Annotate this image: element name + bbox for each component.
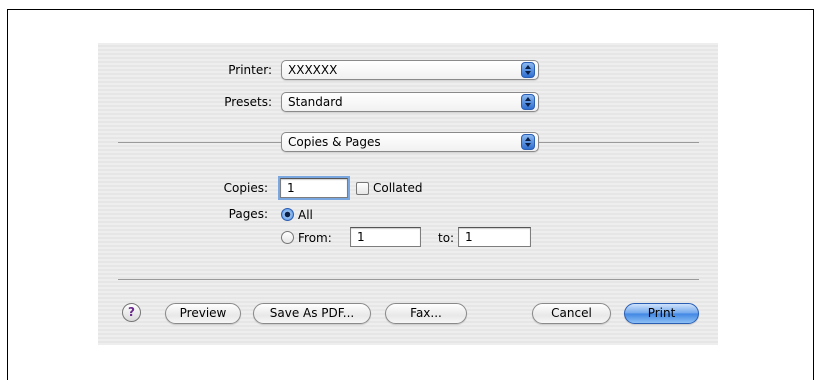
from-page-field[interactable]: 1 [350,227,421,247]
collated-label: Collated [373,181,423,195]
fax-button[interactable]: Fax... [385,303,467,324]
bottom-separator [118,279,699,280]
copies-value: 1 [287,181,295,195]
printer-label: Printer: [228,63,272,77]
presets-value: Standard [288,95,343,109]
help-button[interactable]: ? [122,303,141,322]
cancel-button[interactable]: Cancel [532,303,611,324]
popup-arrows-icon [521,134,535,150]
from-page-value: 1 [357,230,365,244]
popup-arrows-icon [521,94,535,110]
print-button[interactable]: Print [624,303,699,324]
panel-value: Copies & Pages [288,135,381,149]
print-dialog: Printer: XXXXXX Presets: Standard Copies… [98,43,718,345]
pages-all-radio[interactable] [281,208,294,221]
preview-button[interactable]: Preview [165,303,241,324]
presets-popup[interactable]: Standard [281,92,539,112]
presets-label: Presets: [224,95,272,109]
to-label: to: [438,231,455,245]
printer-value: XXXXXX [288,63,338,77]
to-page-value: 1 [465,230,473,244]
separator-line [539,142,699,143]
save-as-pdf-button[interactable]: Save As PDF... [253,303,371,324]
pages-from-label: From: [298,231,332,245]
separator-line [118,142,282,143]
pages-all-label: All [298,208,313,222]
copies-field[interactable]: 1 [280,178,348,198]
copies-label: Copies: [223,181,268,195]
printer-popup[interactable]: XXXXXX [281,60,539,80]
popup-arrows-icon [521,62,535,78]
pages-from-radio[interactable] [281,231,294,244]
pages-label: Pages: [228,207,268,221]
panel-popup[interactable]: Copies & Pages [281,132,539,152]
collated-checkbox[interactable] [356,182,369,195]
to-page-field[interactable]: 1 [458,227,531,247]
